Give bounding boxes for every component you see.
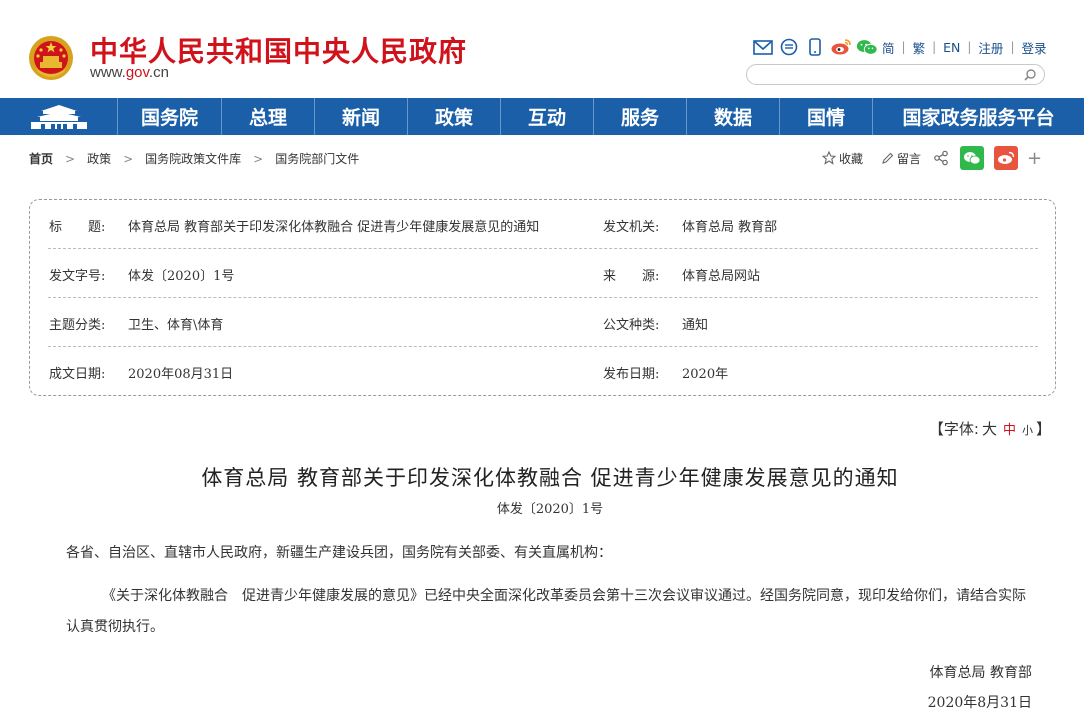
breadcrumb-policy-library[interactable]: 国务院政策文件库 (145, 150, 241, 167)
nav-policy[interactable]: 政策 (408, 98, 501, 135)
url-suffix: .cn (148, 64, 169, 81)
info-row: 成文日期: 2020年08月31日 发布日期: 2020年 (48, 347, 1038, 396)
issuer-label: 发文机关: (603, 220, 660, 235)
article-signature: 体育总局 教育部 (929, 665, 1032, 681)
font-size-label: 【字体: (928, 420, 979, 438)
nav-services[interactable]: 服务 (594, 98, 687, 135)
share-icon (934, 150, 948, 166)
docno-value: 体发〔2020〕1号 (128, 269, 235, 284)
article-sign-date: 2020年8月31日 (927, 695, 1032, 711)
wechat-icon (964, 152, 981, 165)
nav-premier[interactable]: 总理 (222, 98, 315, 135)
source-value: 体育总局网站 (682, 269, 761, 284)
nav-data[interactable]: 数据 (687, 98, 780, 135)
nav-national-info[interactable]: 国情 (780, 98, 873, 135)
topic-label: 主题分类: (49, 318, 106, 333)
header-tools: 简 | 繁 | EN | 注册 | 登录 (752, 37, 1047, 57)
comment-label: 留言 (897, 151, 922, 166)
separator: | (932, 40, 937, 54)
font-size-selector: 【字体: 大 中 小 】 (929, 418, 1051, 439)
topic-value: 卫生、体育\体育 (128, 318, 224, 333)
more-share-button[interactable]: + (1027, 148, 1042, 169)
site-url[interactable]: www.gov.cn (90, 64, 169, 81)
comment-button[interactable]: 留言 (881, 150, 921, 167)
chevron-right-icon: > (65, 151, 76, 166)
title-value: 体育总局 教育部关于印发深化体教融合 促进青少年健康发展意见的通知 (128, 220, 540, 235)
mail-icon[interactable] (752, 38, 774, 56)
breadcrumb-home[interactable]: 首页 (29, 150, 53, 167)
national-emblem-icon[interactable] (28, 34, 74, 82)
share-button[interactable] (933, 150, 952, 166)
font-size-small-button[interactable]: 小 (1022, 422, 1033, 438)
info-row: 标 题: 体育总局 教育部关于印发深化体教融合 促进青少年健康发展意见的通知 发… (48, 200, 1038, 249)
date-value: 2020年08月31日 (128, 367, 234, 382)
lang-traditional-link[interactable]: 繁 (913, 38, 926, 57)
login-link[interactable]: 登录 (1021, 38, 1046, 57)
nav-interaction[interactable]: 互动 (501, 98, 594, 135)
tiananmen-icon (30, 104, 87, 129)
article-title: 体育总局 教育部关于印发深化体教融合 促进青少年健康发展意见的通知 (201, 466, 899, 490)
url-prefix: www. (90, 64, 126, 81)
register-link[interactable]: 注册 (978, 38, 1003, 57)
nav-home[interactable] (0, 98, 118, 135)
doc-type-value: 通知 (682, 318, 709, 333)
article-doc-number: 体发〔2020〕1号 (496, 502, 604, 517)
url-domain: gov (125, 64, 149, 81)
search-icon[interactable] (1022, 67, 1038, 83)
info-row: 发文字号: 体发〔2020〕1号 来 源: 体育总局网站 (48, 249, 1038, 298)
share-weibo-button[interactable] (994, 146, 1019, 170)
font-size-large-button[interactable]: 大 (982, 418, 997, 439)
message-icon[interactable] (778, 38, 800, 56)
issuer-value: 体育总局 教育部 (682, 220, 778, 235)
favorite-button[interactable]: 收藏 (822, 150, 863, 167)
document-info-box: 标 题: 体育总局 教育部关于印发深化体教融合 促进青少年健康发展意见的通知 发… (29, 199, 1056, 396)
chevron-right-icon: > (123, 151, 134, 166)
mobile-icon[interactable] (804, 38, 826, 56)
star-icon (822, 151, 836, 165)
lang-english-link[interactable]: EN (943, 40, 960, 55)
nav-news[interactable]: 新闻 (315, 98, 408, 135)
main-nav: 国务院 总理 新闻 政策 互动 服务 数据 国情 国家政务服务平台 (0, 98, 1084, 135)
info-row: 主题分类: 卫生、体育\体育 公文种类: 通知 (48, 298, 1038, 347)
favorite-label: 收藏 (839, 151, 864, 166)
separator: | (1010, 40, 1015, 54)
article-body-paragraph: 《关于深化体教融合 促进青少年健康发展的意见》已经中央全面深化改革委员会第十三次… (66, 588, 1026, 635)
nav-state-council[interactable]: 国务院 (118, 98, 222, 135)
font-size-medium-button[interactable]: 中 (1003, 419, 1016, 438)
font-size-bracket: 】 (1035, 420, 1051, 438)
weibo-icon (998, 151, 1015, 164)
title-label: 标 题: (49, 220, 106, 235)
wechat-icon[interactable] (856, 38, 878, 56)
article-salutation: 各省、自治区、直辖市人民政府，新疆生产建设兵团，国务院有关部委、有关直属机构： (66, 545, 612, 561)
doc-type-label: 公文种类: (603, 318, 660, 333)
lang-simplified-link[interactable]: 简 (882, 38, 895, 57)
breadcrumb-policy[interactable]: 政策 (87, 150, 111, 167)
separator: | (967, 40, 972, 54)
pencil-icon (882, 152, 894, 164)
separator: | (901, 40, 906, 54)
date-label: 成文日期: (49, 367, 106, 382)
breadcrumb: 首页 > 政策 > 国务院政策文件库 > 国务院部门文件 (29, 150, 359, 167)
docno-label: 发文字号: (49, 269, 106, 284)
page-actions: 收藏 留言 + (822, 146, 1042, 170)
search-box (746, 64, 1045, 85)
nav-gov-service-platform[interactable]: 国家政务服务平台 (873, 98, 1084, 135)
site-header: 中华人民共和国中央人民政府 www.gov.cn 简 | 繁 | EN | 注册… (0, 0, 1084, 98)
pubdate-label: 发布日期: (603, 367, 660, 382)
weibo-icon[interactable] (830, 38, 852, 56)
search-input[interactable] (757, 67, 1007, 82)
breadcrumb-dept-documents[interactable]: 国务院部门文件 (275, 150, 359, 167)
chevron-right-icon: > (253, 151, 264, 166)
source-label: 来 源: (603, 269, 660, 284)
pubdate-value: 2020年 (682, 367, 729, 382)
share-wechat-button[interactable] (960, 146, 985, 170)
